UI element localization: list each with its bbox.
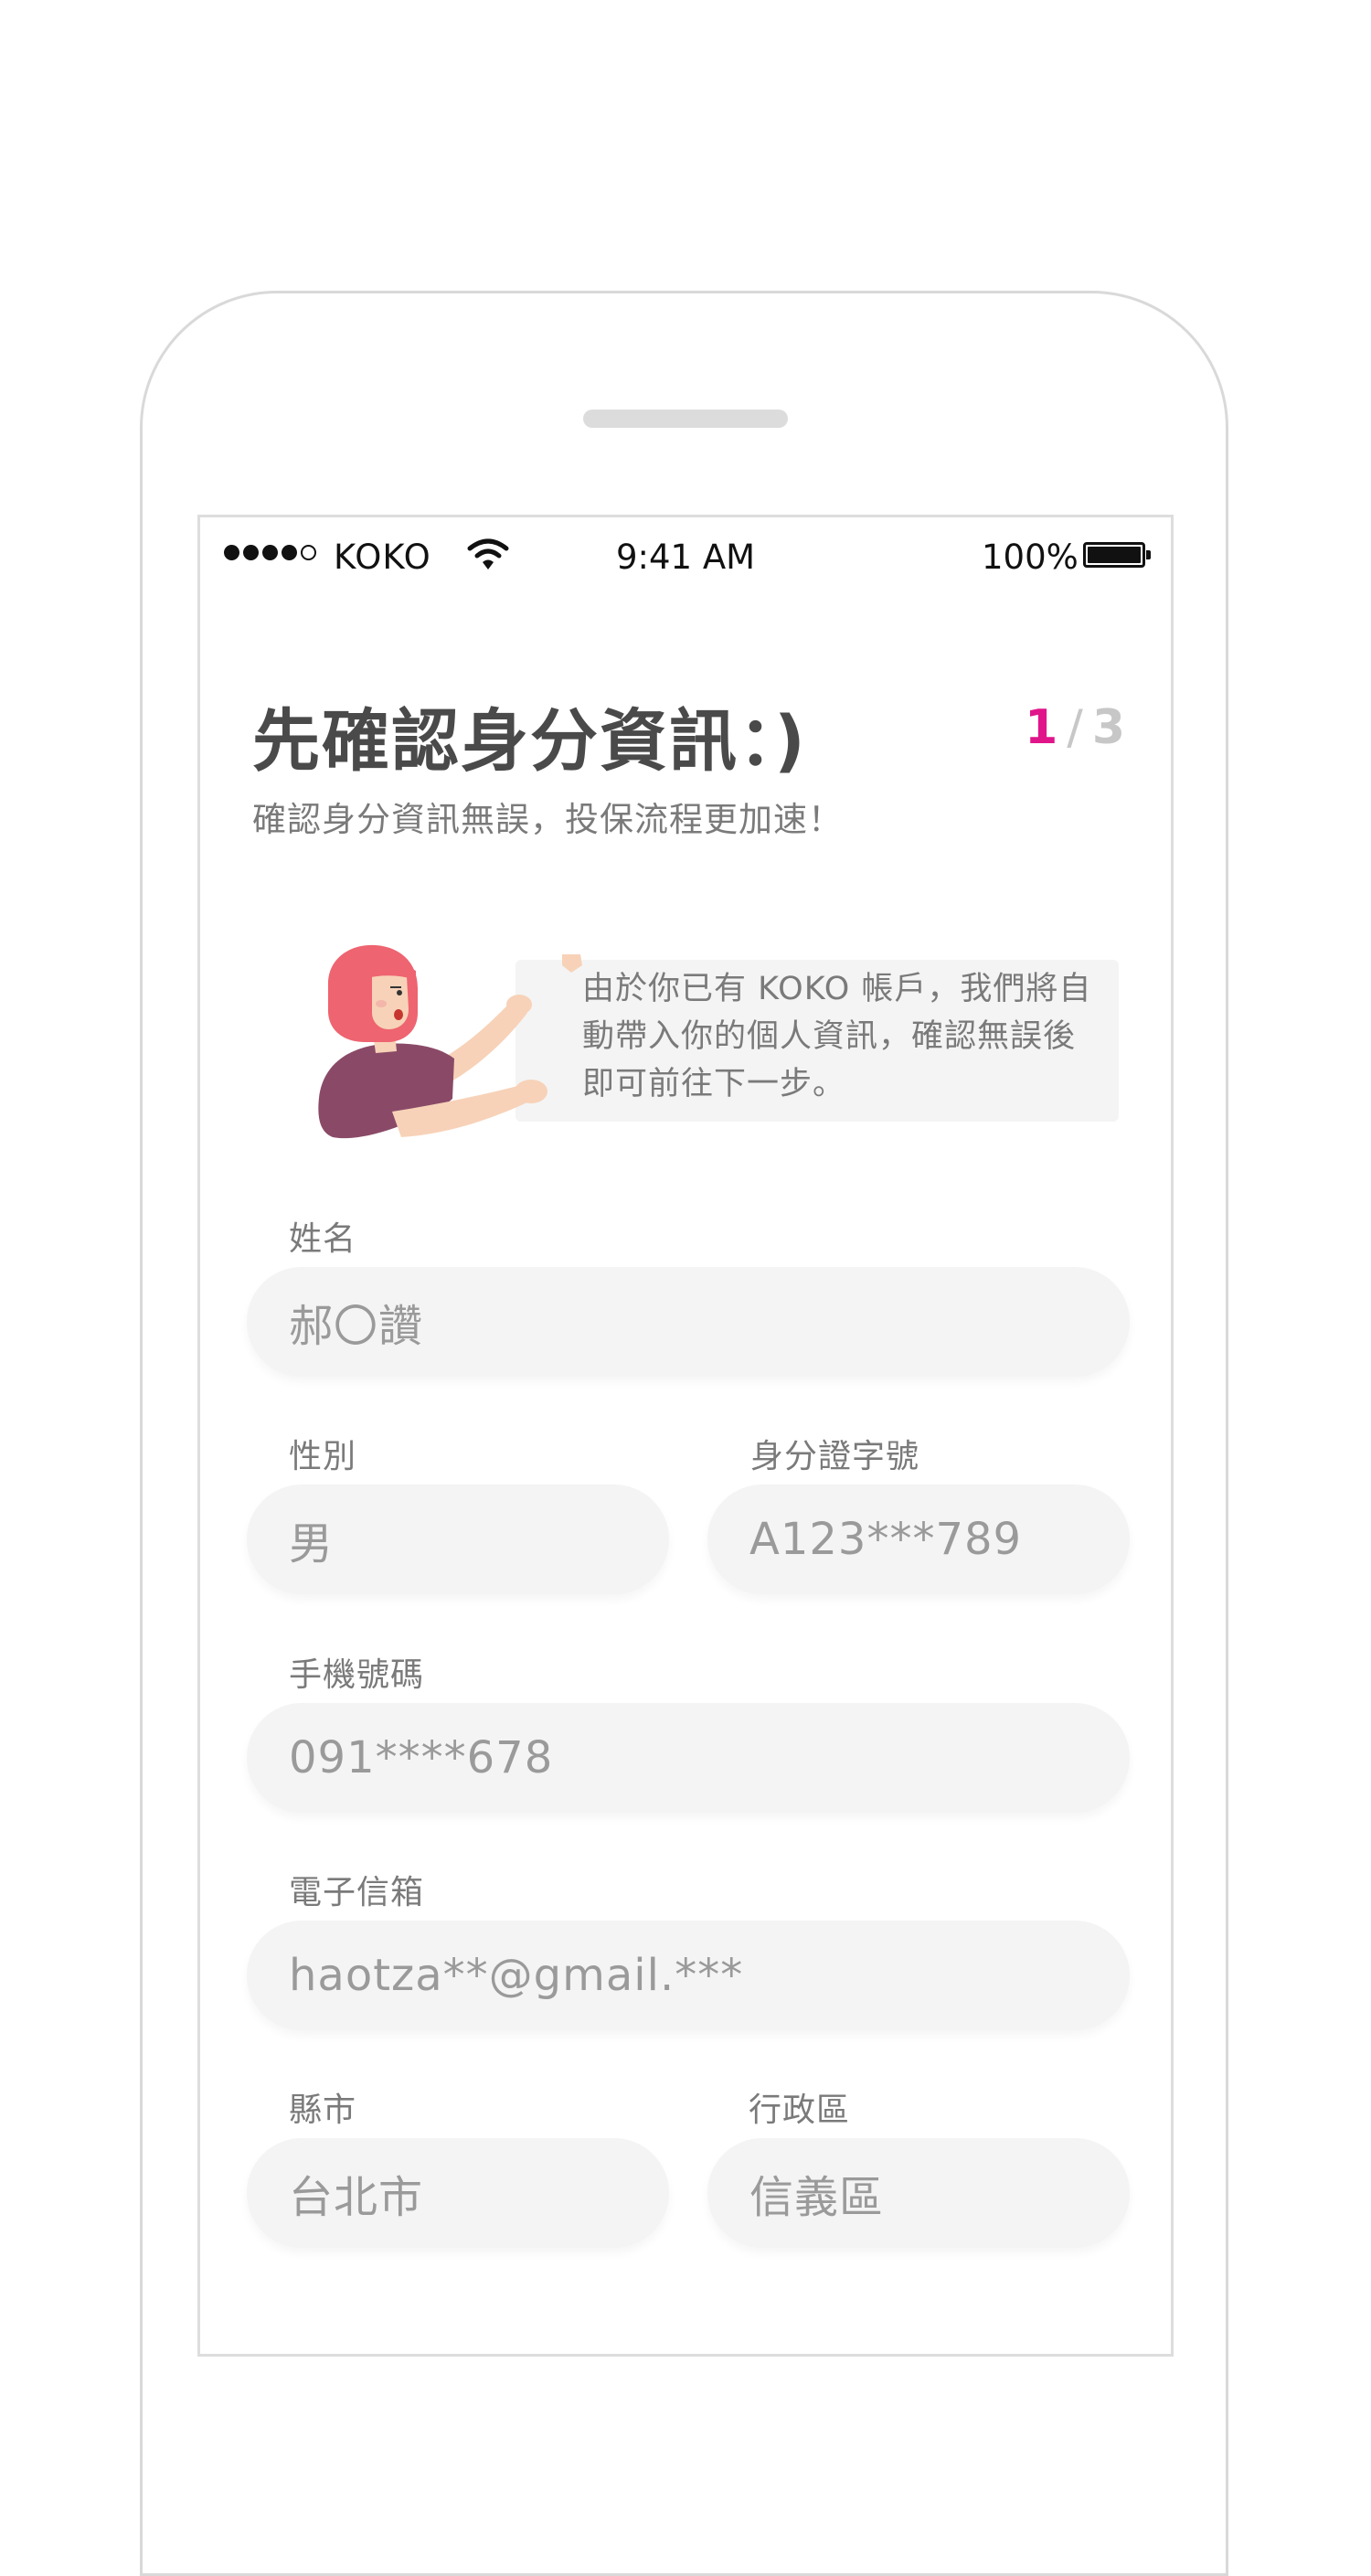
name-label: 姓名 bbox=[289, 1220, 357, 1258]
district-field[interactable]: 信義區 bbox=[707, 2138, 1130, 2248]
page-subtitle: 確認身分資訊無誤，投保流程更加速！ bbox=[252, 800, 843, 839]
city-value: 台北市 bbox=[289, 2172, 424, 2223]
signal-dots-icon bbox=[224, 545, 316, 560]
woman-holding-sign-illustration bbox=[318, 944, 582, 1139]
city-field[interactable]: 台北市 bbox=[247, 2138, 669, 2248]
battery-icon bbox=[1083, 542, 1145, 568]
id-number-field[interactable]: A123***789 bbox=[707, 1485, 1130, 1594]
phone-speaker bbox=[583, 410, 788, 428]
id-number-label: 身分證字號 bbox=[750, 1438, 920, 1475]
step-separator: / bbox=[1067, 700, 1083, 755]
step-indicator: 1/3 bbox=[1025, 700, 1125, 755]
carrier-name: KOKO bbox=[334, 538, 431, 577]
city-label: 縣市 bbox=[289, 2092, 357, 2129]
name-field[interactable]: 郝〇讚 bbox=[247, 1267, 1130, 1377]
wifi-icon bbox=[467, 538, 509, 569]
name-value: 郝〇讚 bbox=[289, 1301, 424, 1352]
id-number-value: A123***789 bbox=[749, 1514, 1023, 1565]
battery-tip bbox=[1146, 550, 1151, 559]
phone-label: 手機號碼 bbox=[289, 1656, 425, 1694]
gender-field[interactable]: 男 bbox=[247, 1485, 669, 1594]
email-value: haotza**@gmail.*** bbox=[289, 1950, 744, 2001]
battery-percentage: 100% bbox=[982, 538, 1079, 577]
district-value: 信義區 bbox=[749, 2172, 885, 2223]
step-total: 3 bbox=[1091, 700, 1125, 755]
phone-field[interactable]: 091****678 bbox=[247, 1703, 1130, 1813]
phone-value: 091****678 bbox=[289, 1732, 554, 1783]
page-title: 先確認身分資訊：) bbox=[252, 702, 807, 781]
district-label: 行政區 bbox=[749, 2092, 851, 2129]
gender-value: 男 bbox=[289, 1518, 335, 1570]
email-label: 電子信箱 bbox=[289, 1874, 425, 1911]
phone-screen: KOKO 9:41 AM 100% 先確認身分資訊：) 1/3 確認身分資訊無誤… bbox=[197, 515, 1174, 2357]
info-note-text: 由於你已有 KOKO 帳戶，我們將自動帶入你的個人資訊，確認無誤後即可前往下一步… bbox=[582, 971, 1092, 1102]
email-field[interactable]: haotza**@gmail.*** bbox=[247, 1921, 1130, 2030]
gender-label: 性別 bbox=[289, 1438, 357, 1475]
status-bar: KOKO 9:41 AM 100% bbox=[200, 517, 1171, 600]
step-current: 1 bbox=[1025, 700, 1058, 755]
status-time: 9:41 AM bbox=[616, 538, 756, 577]
